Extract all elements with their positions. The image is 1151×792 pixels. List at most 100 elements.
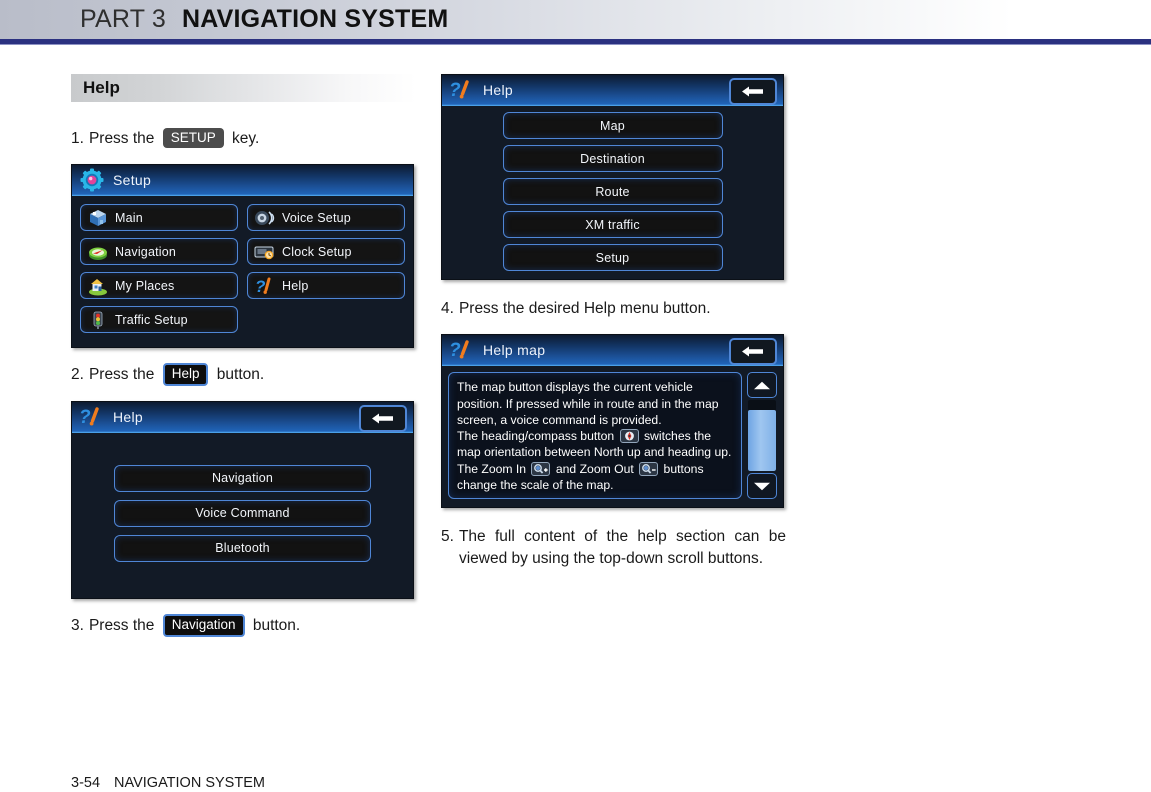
setup-button-voice-setup[interactable]: Voice Setup xyxy=(247,204,405,232)
help-button-voice-command-label: Voice Command xyxy=(195,506,290,521)
footer-section-name: NAVIGATION SYSTEM xyxy=(114,775,265,791)
setup-screen: Setup Main Voice Setup Navigation Clock … xyxy=(71,164,414,349)
help-menu-button-route-label: Route xyxy=(595,184,630,199)
setup-button-grid: Main Voice Setup Navigation Clock Setup … xyxy=(72,196,413,347)
step-1-prefix: Press the xyxy=(88,130,159,147)
back-arrow-icon[interactable] xyxy=(359,404,407,432)
navigation-button-badge: Navigation xyxy=(162,613,245,637)
setup-button-traffic-setup[interactable]: Traffic Setup xyxy=(80,306,238,334)
help-screen-2-title: Help xyxy=(483,82,513,98)
page-header-text: PART 3 NAVIGATION SYSTEM xyxy=(80,5,448,34)
step-1-text: Press the SETUP key. xyxy=(88,127,416,150)
help-map-screen: ? Help map The map button displays the c… xyxy=(441,334,784,508)
scroll-up-icon[interactable] xyxy=(747,372,777,399)
scrollbar-thumb[interactable] xyxy=(748,409,776,471)
help-screen-1-button-list: Navigation Voice Command Bluetooth xyxy=(72,464,413,562)
step-3-number: 3. xyxy=(71,616,84,634)
page-header: PART 3 NAVIGATION SYSTEM xyxy=(0,0,1151,42)
step-4: 4. Press the desired Help menu button. xyxy=(441,298,786,320)
cube-icon xyxy=(85,207,111,229)
help-screen-1-titlebar: ? Help xyxy=(72,401,413,433)
step-1: 1. Press the SETUP key. xyxy=(71,127,416,150)
help-menu-button-xm-traffic[interactable]: XM traffic xyxy=(502,211,723,238)
back-arrow-icon[interactable] xyxy=(729,338,777,366)
section-header: Help xyxy=(71,74,416,102)
step-5: 5. The full content of the help section … xyxy=(441,526,786,571)
zoom-in-icon xyxy=(531,461,551,476)
help-map-paragraph-2: The heading/compass button switches the … xyxy=(457,428,734,460)
help-map-paragraph-3a: The Zoom In xyxy=(457,461,530,476)
help-menu-button-map[interactable]: Map xyxy=(502,112,723,139)
house-icon xyxy=(85,275,111,297)
help-menu-button-map-label: Map xyxy=(600,118,625,133)
help-menu-button-setup[interactable]: Setup xyxy=(502,244,723,271)
gear-icon xyxy=(77,168,107,192)
setup-button-main[interactable]: Main xyxy=(80,204,238,232)
help-screen-2-titlebar: ? Help xyxy=(442,75,783,106)
help-map-screen-title: Help map xyxy=(483,342,546,359)
svg-text:?: ? xyxy=(449,340,461,361)
help-screen-2-button-list: Map Destination Route XM traffic Setup xyxy=(442,112,783,271)
step-3: 3. Press the Navigation button. xyxy=(71,613,416,638)
setup-button-my-places-label: My Places xyxy=(115,278,175,293)
help-button-badge: Help xyxy=(162,363,209,386)
setup-key-badge: SETUP xyxy=(162,127,224,149)
help-map-paragraph-3b: and Zoom Out xyxy=(552,461,638,476)
setup-grid-spacer xyxy=(247,306,405,333)
step-2-text: Press the Help button. xyxy=(89,363,416,387)
step-5-number: 5. xyxy=(441,528,454,545)
question-icon: ? xyxy=(447,78,477,102)
setup-button-clock-setup[interactable]: Clock Setup xyxy=(247,238,405,266)
help-map-paragraph-2a: The heading/compass button xyxy=(457,429,618,444)
page-footer: 3-54 NAVIGATION SYSTEM xyxy=(71,775,265,791)
help-button-bluetooth[interactable]: Bluetooth xyxy=(114,534,371,562)
help-button-navigation-label: Navigation xyxy=(211,471,274,486)
setup-button-main-label: Main xyxy=(115,210,143,225)
left-column: Help 1. Press the SETUP key. Setup Main … xyxy=(71,74,416,638)
step-2: 2. Press the Help button. xyxy=(71,363,416,387)
help-menu-button-xm-traffic-label: XM traffic xyxy=(585,217,640,232)
help-map-screen-titlebar: ? Help map xyxy=(442,335,783,367)
help-button-voice-command[interactable]: Voice Command xyxy=(114,499,371,527)
step-5-text: The full content of the help section can… xyxy=(458,528,786,568)
setup-button-my-places[interactable]: My Places xyxy=(80,272,238,300)
setup-button-help[interactable]: ? Help xyxy=(247,272,405,300)
step-2-number: 2. xyxy=(71,366,84,384)
setup-button-navigation[interactable]: Navigation xyxy=(80,238,238,266)
help-map-paragraph-3: The Zoom In and Zoom Out buttons change … xyxy=(457,461,734,493)
footer-page-number: 3-54 xyxy=(71,775,101,791)
help-menu-button-setup-label: Setup xyxy=(595,250,630,265)
compass-disc-icon xyxy=(85,241,111,263)
svg-text:?: ? xyxy=(79,407,91,428)
part-label: PART 3 xyxy=(80,5,166,33)
step-2-suffix: button. xyxy=(212,366,265,384)
question-icon: ? xyxy=(252,275,278,297)
step-3-prefix: Press the xyxy=(88,617,159,634)
section-title: Help xyxy=(83,78,120,97)
traffic-light-icon xyxy=(85,309,111,331)
compass-button-icon xyxy=(619,429,639,444)
help-map-body: The map button displays the current vehi… xyxy=(442,366,783,507)
question-icon: ? xyxy=(447,338,477,362)
setup-button-traffic-setup-label: Traffic Setup xyxy=(115,312,188,327)
page-title: NAVIGATION SYSTEM xyxy=(181,5,449,33)
help-screen-2: ? Help Map Destination Route XM traffic … xyxy=(441,74,784,280)
setup-screen-title: Setup xyxy=(113,172,152,189)
help-menu-button-destination[interactable]: Destination xyxy=(502,145,723,172)
step-3-text: Press the Navigation button. xyxy=(88,613,416,638)
step-4-text: Press the desired Help menu button. xyxy=(458,300,711,317)
speaker-icon xyxy=(252,207,278,229)
help-button-bluetooth-label: Bluetooth xyxy=(215,541,270,556)
back-arrow-icon[interactable] xyxy=(729,78,777,105)
setup-button-navigation-label: Navigation xyxy=(115,244,177,259)
setup-screen-titlebar: Setup xyxy=(72,165,413,197)
scrollbar-track[interactable] xyxy=(748,400,776,471)
vertical-scrollbar[interactable] xyxy=(747,372,777,499)
step-4-number: 4. xyxy=(441,300,454,317)
setup-button-clock-setup-label: Clock Setup xyxy=(282,244,352,259)
svg-text:?: ? xyxy=(449,80,461,101)
scroll-down-icon[interactable] xyxy=(747,473,777,499)
step-1-suffix: key. xyxy=(227,130,260,147)
help-button-navigation[interactable]: Navigation xyxy=(114,464,371,492)
help-menu-button-route[interactable]: Route xyxy=(502,178,723,205)
